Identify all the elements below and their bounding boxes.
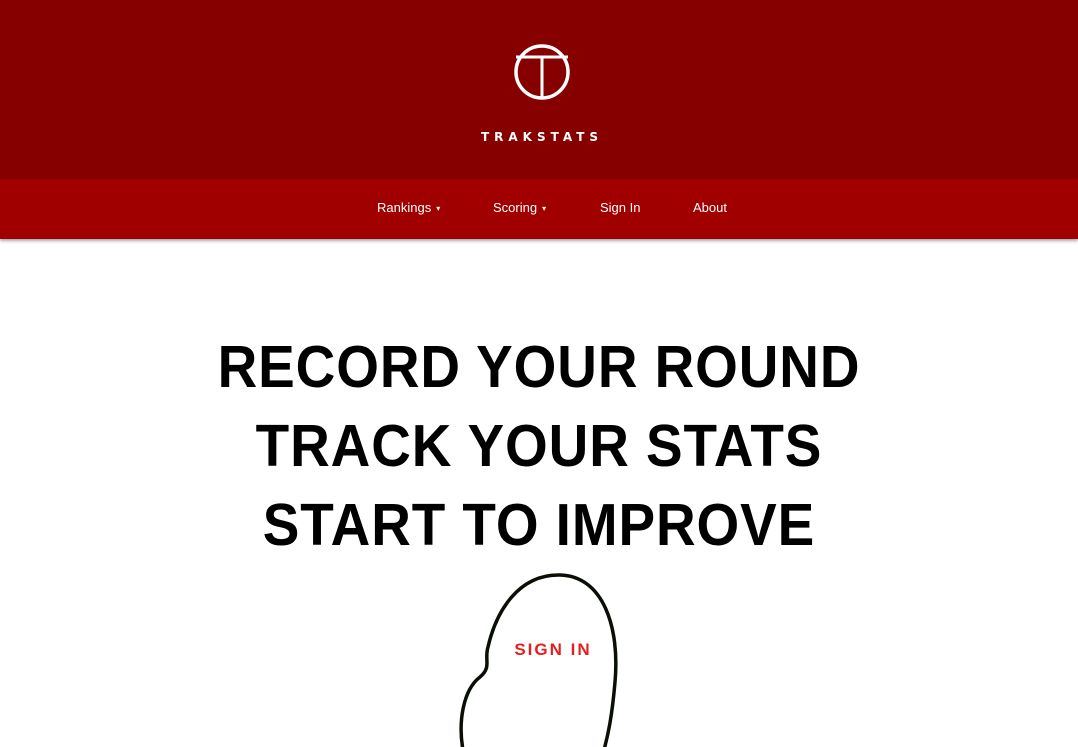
main-nav: Rankings ▾ Scoring ▾ Sign In About bbox=[0, 179, 1078, 239]
hero-line-2: TRACK YOUR STATS bbox=[255, 413, 823, 479]
nav-sign-in-link[interactable]: Sign In bbox=[600, 179, 640, 239]
caret-down-icon: ▾ bbox=[436, 204, 441, 213]
hero-line-1: RECORD YOUR ROUND bbox=[217, 334, 861, 400]
nav-about-link[interactable]: About bbox=[693, 179, 727, 239]
caret-down-icon: ▾ bbox=[542, 204, 547, 213]
nav-scoring-label: Scoring bbox=[493, 200, 538, 215]
nav-rankings-dropdown[interactable]: Rankings ▾ bbox=[377, 179, 440, 239]
t-circle-logo-icon[interactable] bbox=[512, 29, 572, 115]
sign-in-button-label[interactable]: SIGN IN bbox=[470, 640, 636, 660]
nav-scoring-dropdown[interactable]: Scoring ▾ bbox=[493, 179, 546, 239]
brand-name: TRAKSTATS bbox=[480, 130, 604, 144]
site-header: TRAKSTATS bbox=[0, 0, 1078, 179]
hero-line-3: START TO IMPROVE bbox=[262, 492, 816, 558]
hero-headline: RECORD YOUR ROUND TRACK YOUR STATS START… bbox=[0, 328, 1078, 565]
nav-rankings-label: Rankings bbox=[377, 200, 432, 215]
